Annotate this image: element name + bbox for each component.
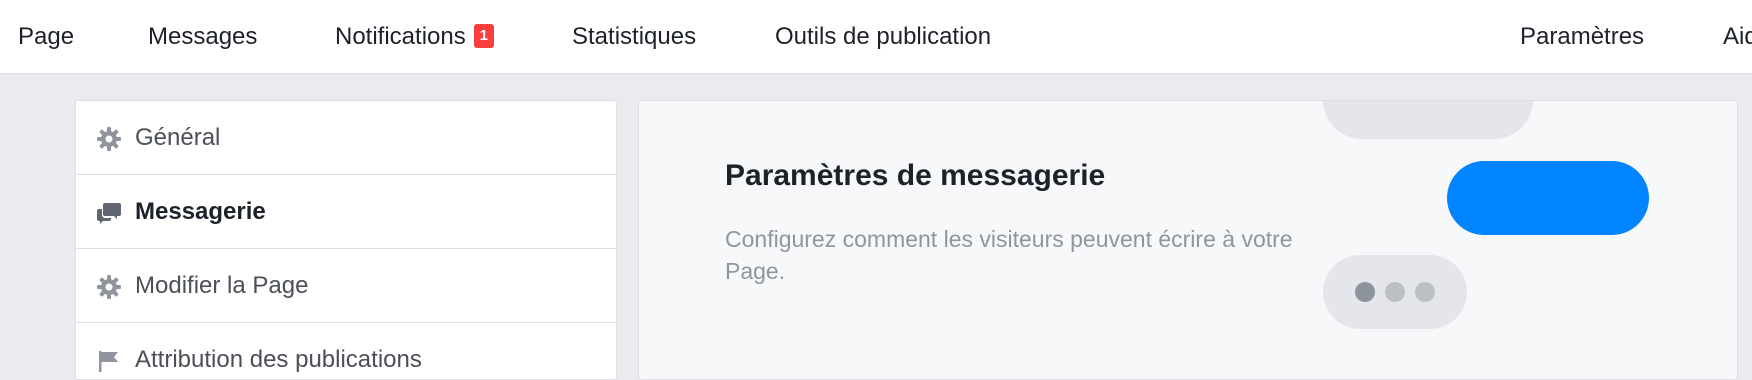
nav-tab-label: Statistiques	[572, 23, 697, 50]
notification-count-badge: 1	[473, 24, 494, 48]
nav-tab-parametres[interactable]: Paramètres	[1520, 0, 1644, 74]
typing-dot	[1355, 282, 1375, 302]
nav-tab-notifications[interactable]: Notifications 1	[335, 0, 494, 74]
nav-tab-label: Page	[18, 23, 75, 50]
sidebar-item-label: Modifier la Page	[135, 272, 309, 299]
nav-tab-label: Aide	[1723, 23, 1752, 50]
nav-tab-label: Notifications	[335, 23, 466, 50]
settings-sidebar: Général Messagerie Modifier la Page Attr…	[75, 100, 617, 380]
nav-tab-label: Outils de publication	[775, 23, 992, 50]
nav-tab-messages[interactable]: Messages	[148, 0, 257, 74]
chat-bubble-blue	[1447, 161, 1649, 235]
flag-icon	[96, 348, 122, 374]
chat-bubbles-icon	[96, 200, 122, 226]
nav-tab-label: Paramètres	[1520, 23, 1645, 50]
sidebar-item-attribution-des-publications[interactable]: Attribution des publications	[76, 323, 616, 379]
nav-tab-outils-de-publication[interactable]: Outils de publication	[775, 0, 991, 74]
typing-dot	[1385, 282, 1405, 302]
sidebar-item-label: Attribution des publications	[135, 346, 422, 373]
gear-icon	[96, 274, 122, 300]
messaging-settings-card: Paramètres de messagerie Configurez comm…	[638, 100, 1738, 380]
nav-tab-statistiques[interactable]: Statistiques	[572, 0, 696, 74]
sidebar-item-label: Messagerie	[135, 198, 266, 225]
messenger-chat-illustration	[1323, 101, 1649, 329]
sidebar-item-modifier-la-page[interactable]: Modifier la Page	[76, 249, 616, 323]
sidebar-item-general[interactable]: Général	[76, 101, 616, 175]
nav-tab-page[interactable]: Page	[18, 0, 74, 74]
nav-tab-aide[interactable]: Aide	[1723, 0, 1752, 74]
sidebar-item-label: Général	[135, 124, 221, 151]
gear-icon	[96, 126, 122, 152]
nav-tab-label: Messages	[148, 23, 258, 50]
typing-dot	[1415, 282, 1435, 302]
top-navigation: Page Messages Notifications 1 Statistique…	[0, 0, 1752, 74]
chat-bubble-gray	[1323, 101, 1533, 139]
sidebar-item-messagerie[interactable]: Messagerie	[76, 175, 616, 249]
